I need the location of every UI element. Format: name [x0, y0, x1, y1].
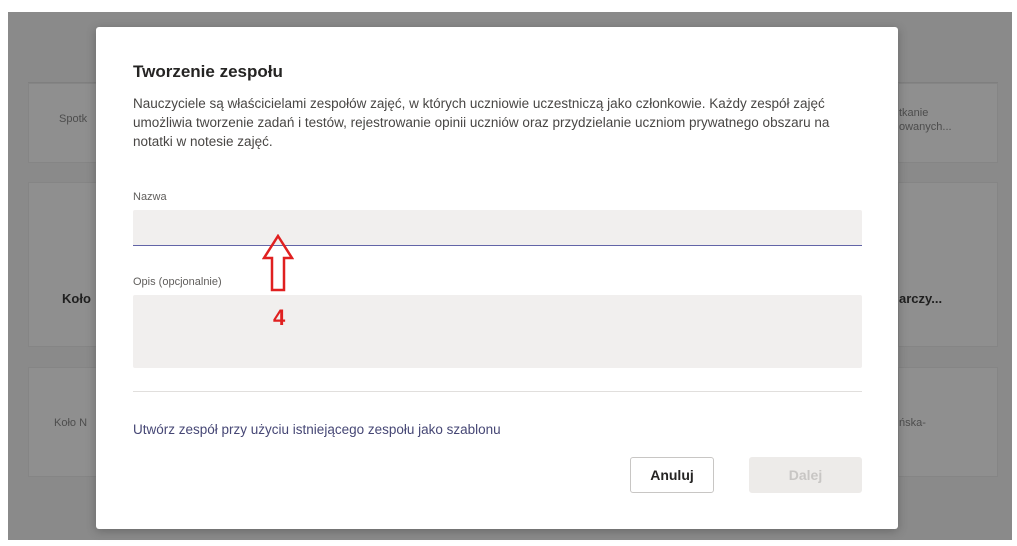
dialog-description: Nauczyciele są właścicielami zespołów za…	[133, 96, 830, 149]
next-button[interactable]: Dalej	[749, 457, 862, 493]
dialog-title: Tworzenie zespołu	[133, 62, 283, 81]
background-card-left-2: Koło	[28, 182, 98, 347]
name-label: Nazwa	[133, 191, 167, 203]
description-label: Opis (opcjonalnie)	[133, 276, 222, 288]
background-card-right-3: ńska-	[898, 367, 998, 477]
background-card-right-1: tkanie owanych...	[898, 83, 998, 163]
team-description-input[interactable]	[133, 295, 862, 368]
background-card-text: ńska-	[899, 417, 926, 429]
background-card-title: arczy...	[899, 291, 943, 306]
dialog-divider	[133, 391, 862, 392]
background-card-left-1: Spotk	[28, 83, 98, 163]
create-team-dialog: Tworzenie zespołu Nauczyciele są właścic…	[96, 27, 898, 529]
team-name-input[interactable]	[133, 210, 862, 246]
background-card-text: Spotk	[59, 113, 88, 125]
annotation-number: 4	[273, 305, 286, 330]
background-card-text: owanych...	[899, 121, 952, 133]
background-card-text: Koło N	[54, 417, 88, 429]
cancel-button[interactable]: Anuluj	[630, 457, 714, 493]
annotation-arrow-up-icon	[261, 233, 295, 299]
create-from-template-link[interactable]: Utwórz zespół przy użyciu istniejącego z…	[133, 422, 501, 437]
background-card-right-2: arczy...	[898, 182, 998, 347]
background-card-text: tkanie	[899, 107, 929, 119]
background-card-left-3: Koło N	[28, 367, 98, 477]
background-card-title: Koło	[62, 291, 91, 306]
